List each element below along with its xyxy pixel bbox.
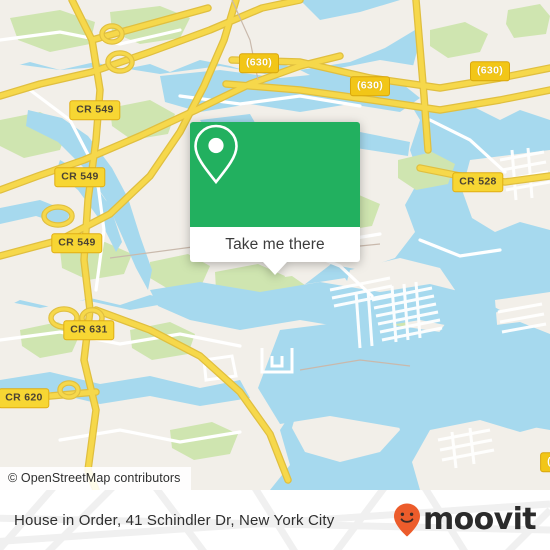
road-shield: CR 549 <box>54 167 106 187</box>
footer-bar: House in Order, 41 Schindler Dr, New Yor… <box>0 490 550 550</box>
road-shield: CR 620 <box>0 388 50 408</box>
moovit-pin-smile-icon <box>393 503 420 537</box>
popup-header <box>190 122 360 227</box>
address-label: House in Order, 41 Schindler Dr, New Yor… <box>14 511 335 529</box>
road-shield: CR 549 <box>51 233 103 253</box>
osm-attribution[interactable]: © OpenStreetMap contributors <box>0 467 191 490</box>
moovit-wordmark: moovit <box>422 502 537 537</box>
map-canvas[interactable]: CR 549 CR 549 CR 549 CR 631 CR 620 CR 528 (630… <box>0 0 550 490</box>
road-shield: (630) <box>469 61 511 81</box>
take-me-there-label: Take me there <box>225 235 325 253</box>
location-popup-card[interactable]: Take me there <box>190 122 360 275</box>
road-shield: (630) <box>238 53 280 73</box>
road-shield: ( <box>540 452 550 472</box>
popup-footer[interactable]: Take me there <box>190 227 360 275</box>
road-shield: CR 549 <box>69 100 121 120</box>
popup-tail <box>263 262 287 275</box>
map-pin-icon <box>194 124 238 185</box>
road-shield: CR 528 <box>452 172 504 192</box>
road-shield: CR 631 <box>63 320 115 340</box>
map-screenshot: CR 549 CR 549 CR 549 CR 631 CR 620 CR 528 (630… <box>0 0 550 550</box>
road-shield: (630) <box>349 76 391 96</box>
moovit-logo[interactable]: moovit <box>392 502 537 538</box>
